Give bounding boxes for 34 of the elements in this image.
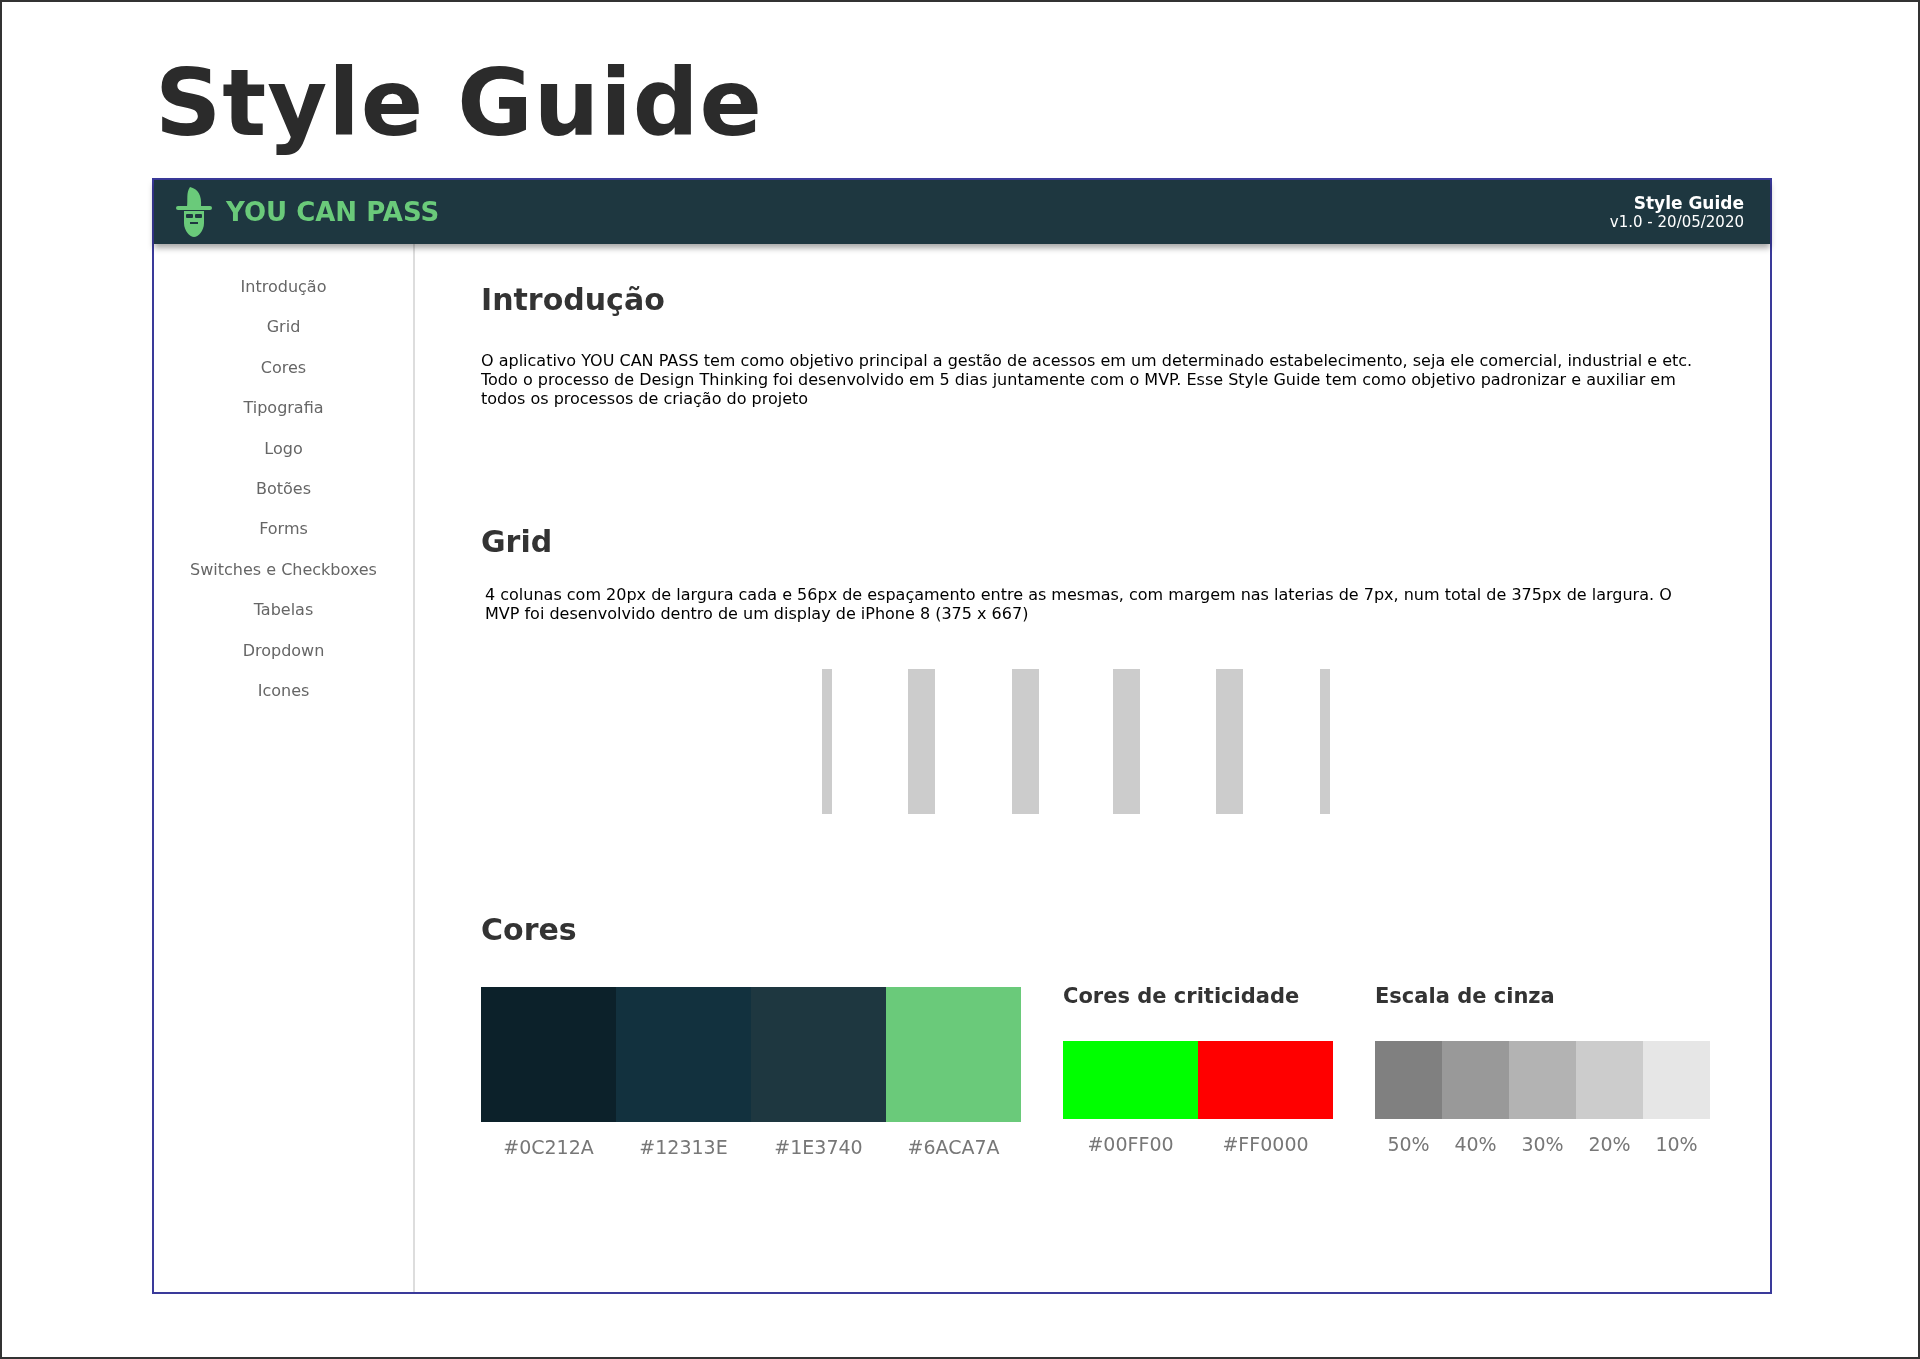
page-title: Style Guide (155, 50, 764, 158)
color-code: #0C212A (503, 1136, 594, 1158)
nav-link[interactable]: Icones (257, 671, 310, 712)
palette-title: Escala de cinza (1375, 984, 1556, 1010)
brand-name: YOU CAN PASS (226, 197, 440, 227)
color-code: 30% (1521, 1133, 1564, 1155)
nav-link[interactable]: Botões (256, 469, 311, 510)
intro-paragraph: O aplicativo YOU CAN PASS tem como objetivo principal a gestão de acessos em um determinado estabelecimento, seja ele comercial, industrial e etc. Todo o processo de Design Thinking foi desenvolvido em 5 dias juntamente com o MVP. Esse Style Guide tem como objetivo padronizar e auxiliar em todos os processos de criação do projeto (481, 351, 1694, 408)
nav-link[interactable]: Logo (264, 428, 303, 470)
color-code: 10% (1655, 1133, 1698, 1155)
nav-link[interactable]: Grid (266, 307, 301, 348)
wizard-logo-icon (176, 187, 212, 237)
color-code: #12313E (639, 1136, 728, 1158)
palette-title: Cores de criticidade (1063, 984, 1301, 1010)
section-heading: Cores (481, 912, 578, 947)
nav-link[interactable]: Cores (260, 347, 307, 389)
nav-link[interactable]: Forms (259, 509, 308, 550)
color-code: 20% (1588, 1133, 1631, 1155)
section-heading: Grid (481, 524, 554, 559)
color-code: #FF0000 (1222, 1133, 1309, 1155)
color-code: #00FF00 (1087, 1133, 1174, 1155)
nav-link[interactable]: Introdução (240, 267, 327, 308)
color-code: #6ACA7A (907, 1136, 1000, 1158)
doc-title: Style Guide (1633, 193, 1744, 213)
section-heading: Introdução (481, 282, 666, 317)
nav-link[interactable]: Switches e Checkboxes (190, 549, 377, 591)
nav-link[interactable]: Tipografia (243, 388, 324, 429)
color-code: 50% (1387, 1133, 1430, 1155)
nav-link[interactable]: Tabelas (253, 590, 314, 631)
color-code: #1E3740 (774, 1136, 863, 1158)
color-code: 40% (1454, 1133, 1497, 1155)
nav-link[interactable]: Dropdown (242, 630, 325, 672)
version-text: v1.0 - 20/05/2020 (1609, 213, 1744, 231)
grid-paragraph: 4 colunas com 20px de largura cada e 56px de espaçamento entre as mesmas, com margem nas laterias de 7px, num total de 375px de largura. O MVP foi desenvolvido dentro de um display de iPhone 8 (375 x 667) (485, 585, 1673, 623)
